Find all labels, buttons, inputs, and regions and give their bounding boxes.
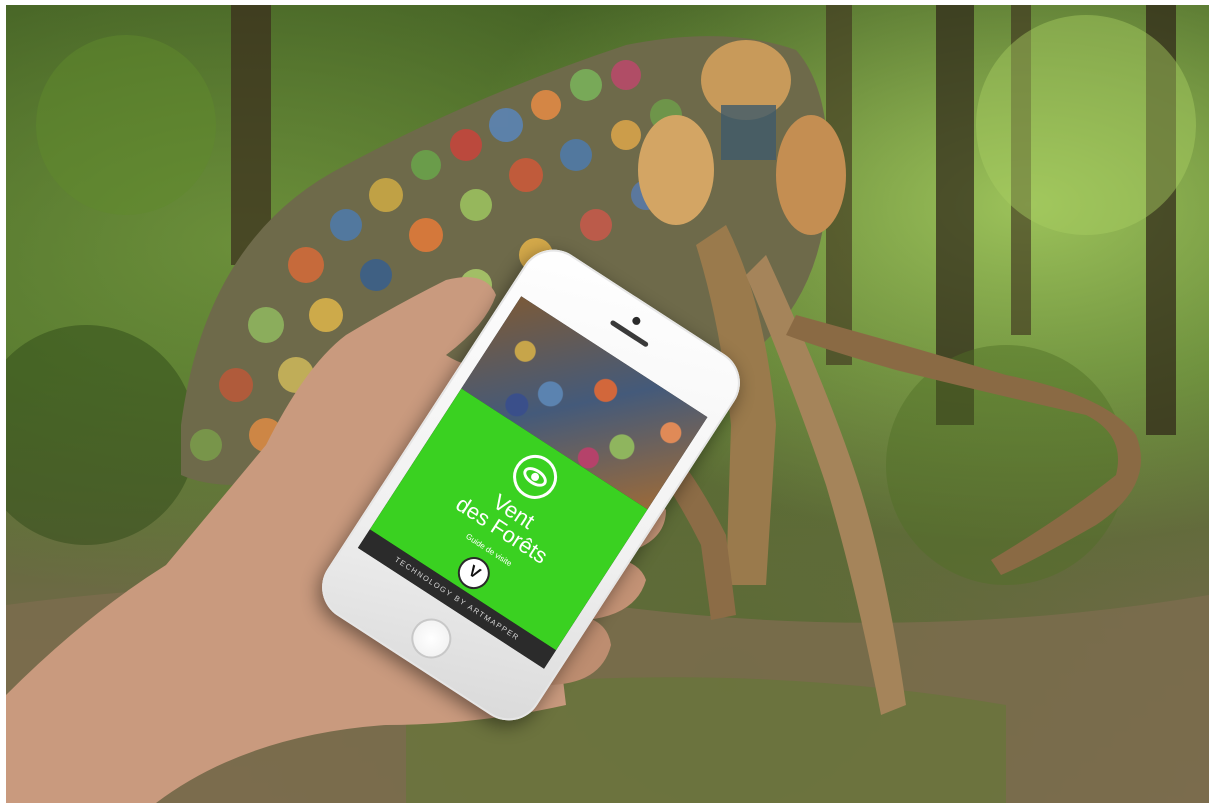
- front-camera: [630, 315, 642, 327]
- home-button[interactable]: [403, 610, 459, 667]
- forest-photo: Vent des Forêts Guide de visite V TECHNO…: [6, 5, 1209, 803]
- earpiece-speaker: [609, 319, 650, 348]
